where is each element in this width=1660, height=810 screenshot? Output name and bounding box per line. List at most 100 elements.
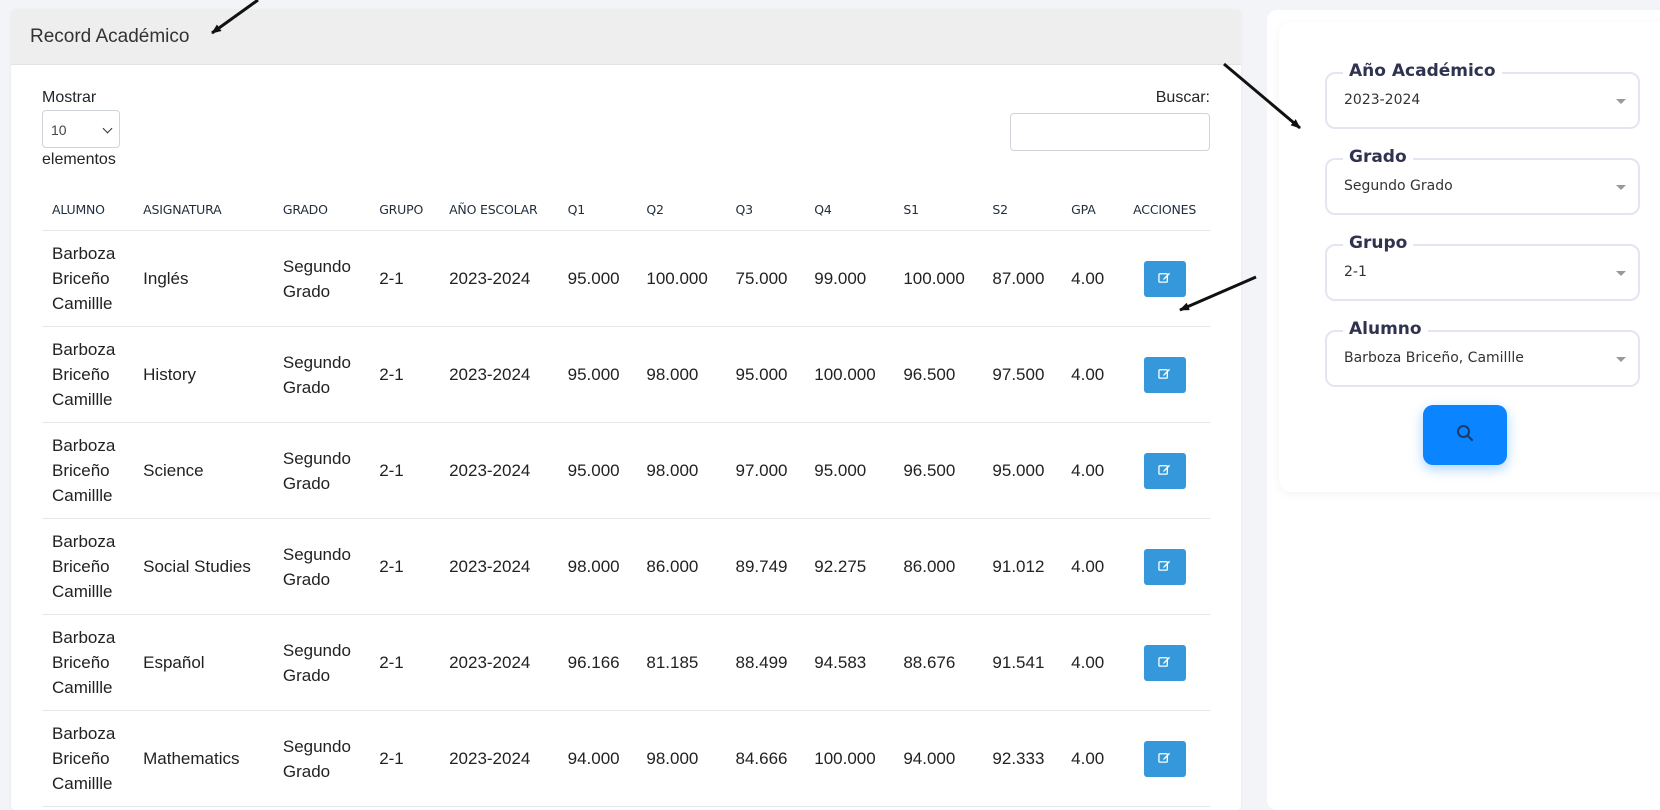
edit-icon <box>1158 362 1171 387</box>
alumno-line: Camillle <box>52 774 113 793</box>
records-table: ALUMNO ASIGNATURA GRADO GRUPO AÑO ESCOLAR Q1 Q… <box>42 188 1210 807</box>
column-header[interactable]: S2 <box>982 188 1062 231</box>
search-input[interactable] <box>1010 113 1210 151</box>
q4-cell: 100.000 <box>804 710 894 807</box>
table-row: Barboza Briceño Camillle History Segundo Grad… <box>42 326 1210 423</box>
anio-academico-value: 2023-2024 <box>1344 92 1421 108</box>
alumno-line: Barboza <box>52 244 116 263</box>
s1-cell: 100.000 <box>893 230 983 327</box>
s1-cell: 88.676 <box>893 614 983 711</box>
grupo-cell: 2-1 <box>369 230 440 327</box>
q4-cell: 99.000 <box>804 230 894 327</box>
q3-cell: 84.666 <box>725 710 805 807</box>
alumno-line: Camillle <box>52 582 113 601</box>
page-title: Record Académico <box>30 26 190 47</box>
edit-icon <box>1158 746 1171 771</box>
grupo-cell: 2-1 <box>369 518 440 615</box>
grado-cell: Segundo Grado <box>272 614 370 711</box>
q3-cell: 95.000 <box>725 326 805 423</box>
alumno-line: Briceño <box>52 557 110 576</box>
edit-button[interactable] <box>1143 356 1186 393</box>
gpa-cell: 4.00 <box>1061 710 1120 807</box>
q1-cell: 95.000 <box>557 422 637 519</box>
asignatura-cell: Science <box>133 422 273 519</box>
column-header[interactable]: Q3 <box>725 188 805 231</box>
anio-academico-select[interactable]: Año Académico 2023-2024 <box>1325 59 1640 129</box>
q2-cell: 81.185 <box>636 614 726 711</box>
column-header[interactable]: ALUMNO <box>42 188 134 231</box>
column-header[interactable]: Q1 <box>557 188 637 231</box>
column-header[interactable]: GPA <box>1061 188 1120 231</box>
acciones-cell <box>1119 518 1210 615</box>
anio-escolar-cell: 2023-2024 <box>439 422 558 519</box>
alumno-line: Briceño <box>52 365 110 384</box>
q1-cell: 98.000 <box>557 518 637 615</box>
search-label: Buscar: <box>1155 89 1210 106</box>
grado-label: Grado <box>1343 145 1413 169</box>
table-row: Barboza Briceño Camillle Mathematics Segundo… <box>42 710 1210 807</box>
q2-cell: 98.000 <box>636 326 726 423</box>
s1-cell: 96.500 <box>893 422 983 519</box>
academic-record-card: Record Académico Mostrar 10 elementos Bu… <box>11 10 1241 810</box>
grado-cell: Segundo Grado <box>272 422 370 519</box>
q1-cell: 96.166 <box>557 614 637 711</box>
column-header[interactable]: S1 <box>893 188 983 231</box>
alumno-cell: Barboza Briceño Camillle <box>42 518 134 615</box>
alumno-line: Barboza <box>52 628 116 647</box>
gpa-cell: 4.00 <box>1061 230 1120 327</box>
alumno-cell: Barboza Briceño Camillle <box>42 230 134 327</box>
column-header[interactable]: ACCIONES <box>1119 188 1210 231</box>
edit-icon <box>1158 650 1171 675</box>
column-header[interactable]: AÑO ESCOLAR <box>439 188 558 231</box>
s1-cell: 96.500 <box>893 326 983 423</box>
q3-cell: 97.000 <box>725 422 805 519</box>
edit-button[interactable] <box>1143 644 1186 681</box>
grado-cell: Segundo Grado <box>272 230 370 327</box>
grado-select[interactable]: Grado Segundo Grado <box>1325 145 1640 215</box>
alumno-line: Briceño <box>52 461 110 480</box>
q4-cell: 100.000 <box>804 326 894 423</box>
edit-button[interactable] <box>1143 452 1186 489</box>
table-row: Barboza Briceño Camillle Español Segundo Grad… <box>42 614 1210 711</box>
grado-line: Segundo <box>282 640 351 660</box>
grupo-select[interactable]: Grupo 2-1 <box>1325 231 1640 301</box>
q2-cell: 98.000 <box>636 710 726 807</box>
grupo-cell: 2-1 <box>369 710 440 807</box>
alumno-line: Camillle <box>52 390 113 409</box>
asignatura-cell: Mathematics <box>133 710 273 807</box>
grado-line: Segundo <box>282 448 351 468</box>
table-header-row: ALUMNO ASIGNATURA GRADO GRUPO AÑO ESCOLAR Q1 Q… <box>42 188 1210 231</box>
s1-cell: 94.000 <box>893 710 983 807</box>
alumno-cell: Barboza Briceño Camillle <box>42 710 134 807</box>
caret-down-icon <box>1616 185 1626 190</box>
anio-escolar-cell: 2023-2024 <box>439 710 558 807</box>
column-header[interactable]: GRUPO <box>369 188 440 231</box>
length-label-bottom: elementos <box>42 151 116 168</box>
grado-cell: Segundo Grado <box>272 326 370 423</box>
edit-button[interactable] <box>1143 548 1186 585</box>
card-header: Record Académico <box>11 10 1241 65</box>
column-header[interactable]: Q2 <box>636 188 726 231</box>
asignatura-cell: Social Studies <box>133 518 273 615</box>
q2-cell: 100.000 <box>636 230 726 327</box>
asignatura-cell: Español <box>133 614 273 711</box>
alumno-select[interactable]: Alumno Barboza Briceño, Camillle <box>1325 317 1640 387</box>
alumno-line: Barboza <box>52 340 116 359</box>
alumno-line: Camillle <box>52 294 113 313</box>
edit-button[interactable] <box>1143 260 1186 297</box>
page-length-select[interactable]: 10 <box>42 110 120 148</box>
edit-button[interactable] <box>1143 740 1186 777</box>
column-header[interactable]: Q4 <box>804 188 894 231</box>
search-button[interactable] <box>1423 405 1507 465</box>
q1-cell: 95.000 <box>557 230 637 327</box>
page-length-value: 10 <box>51 122 67 138</box>
alumno-line: Camillle <box>52 678 113 697</box>
grado-line: Grado <box>282 665 331 685</box>
alumno-cell: Barboza Briceño Camillle <box>42 614 134 711</box>
table-row: Barboza Briceño Camillle Inglés Segundo Grado… <box>42 230 1210 327</box>
column-header[interactable]: GRADO <box>272 188 370 231</box>
asignatura-cell: Inglés <box>133 230 273 327</box>
alumno-line: Barboza <box>52 532 116 551</box>
column-header[interactable]: ASIGNATURA <box>133 188 273 231</box>
q3-cell: 75.000 <box>725 230 805 327</box>
